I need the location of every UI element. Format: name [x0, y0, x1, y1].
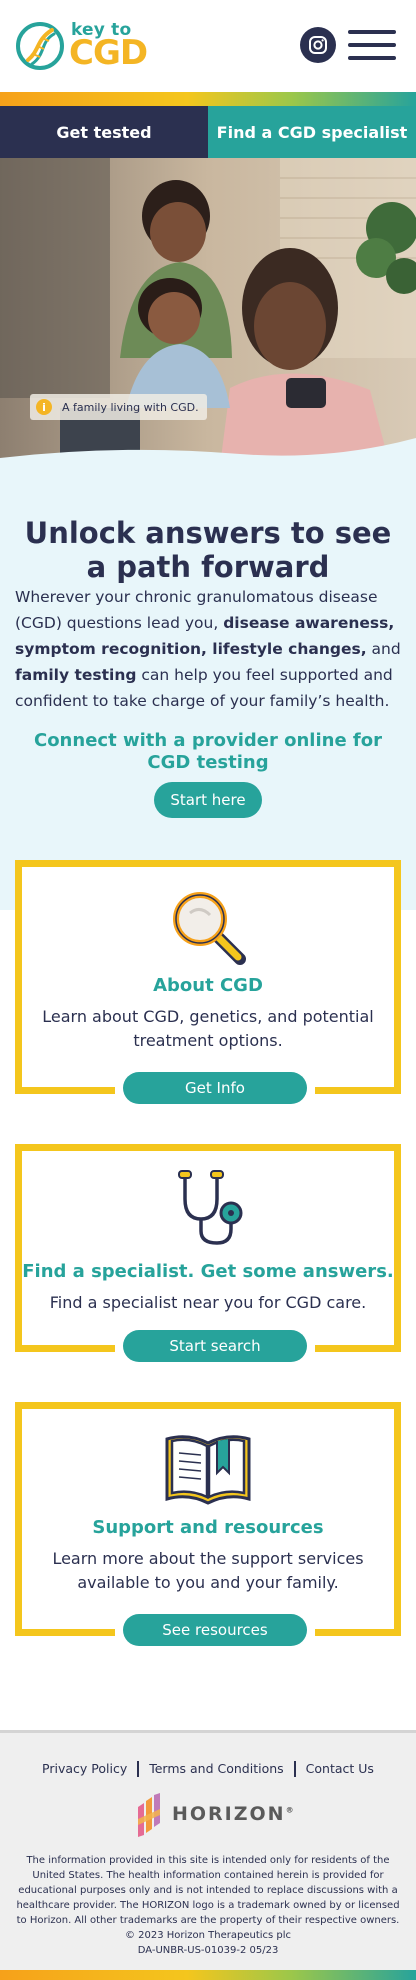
legal-disclaimer: The information provided in this site is…: [14, 1853, 402, 1958]
start-here-button[interactable]: Start here: [154, 782, 262, 818]
about-cgd-title: About CGD: [153, 975, 263, 996]
logo-wordmark: CGD: [69, 33, 148, 73]
site-header: key to CGD: [0, 0, 416, 92]
registered-mark: ®: [285, 1805, 296, 1815]
info-icon[interactable]: i: [36, 399, 52, 415]
intro-bold-2: family testing: [15, 666, 137, 684]
disclaimer-text: The information provided in this site is…: [16, 1855, 400, 1926]
intro-paragraph: Wherever your chronic granulomatous dise…: [15, 584, 405, 714]
site-footer: Privacy Policy Terms and Conditions Cont…: [0, 1730, 416, 1970]
footer-divider: [137, 1761, 140, 1777]
find-specialist-title: Find a specialist. Get some answers.: [22, 1261, 394, 1282]
instagram-icon: [309, 36, 327, 54]
get-info-button[interactable]: Get Info: [123, 1072, 307, 1104]
horizon-logo[interactable]: HORIZON®: [130, 1791, 294, 1839]
key-to-cgd-logo[interactable]: key to CGD: [14, 18, 148, 74]
horizon-brand-text: HORIZON: [172, 1803, 286, 1825]
intro-section: Unlock answers to see a path forward Whe…: [0, 466, 416, 910]
footer-links: Privacy Policy Terms and Conditions Cont…: [0, 1761, 416, 1777]
intro-text-2: and: [366, 640, 401, 658]
hamburger-menu-icon[interactable]: [348, 30, 396, 60]
open-book-icon: [165, 1435, 251, 1505]
privacy-policy-link[interactable]: Privacy Policy: [42, 1761, 127, 1777]
intro-heading: Unlock answers to see a path forward: [24, 516, 392, 584]
find-specialist-button[interactable]: Find a CGD specialist: [208, 106, 416, 158]
horizon-wordmark: HORIZON®: [172, 1803, 296, 1825]
about-cgd-text: Learn about CGD, genetics, and potential…: [42, 1007, 374, 1050]
intro-subheading: Connect with a provider online for CGD t…: [33, 730, 382, 773]
stethoscope-icon: [178, 1170, 243, 1245]
see-resources-button[interactable]: See resources: [123, 1614, 307, 1646]
horizon-mark-icon: [138, 1793, 160, 1837]
contact-us-link[interactable]: Contact Us: [306, 1761, 374, 1777]
support-resources-card: Support and resources Learn more about t…: [15, 1402, 401, 1646]
support-resources-title: Support and resources: [92, 1517, 324, 1538]
hero-caption-text: A family living with CGD.: [62, 400, 199, 414]
support-resources-text: Learn more about the support services av…: [52, 1549, 364, 1592]
find-specialist-text: Find a specialist near you for CGD care.: [49, 1293, 367, 1312]
start-search-button[interactable]: Start search: [123, 1330, 307, 1362]
get-tested-button[interactable]: Get tested: [0, 106, 208, 158]
footer-gradient-bar: [0, 1970, 416, 1980]
dna-helix-icon: [16, 22, 64, 70]
about-cgd-card: About CGD Learn about CGD, genetics, and…: [15, 860, 401, 1104]
copyright-text: © 2023 Horizon Therapeutics plc: [124, 1930, 292, 1941]
header-gradient-divider: [0, 92, 416, 106]
document-code: DA-UNBR-US-01039-2 05/23: [137, 1945, 279, 1956]
find-specialist-card: Find a specialist. Get some answers. Fin…: [15, 1144, 401, 1362]
hero-image: i A family living with CGD.: [0, 158, 416, 466]
instagram-button[interactable]: [300, 27, 336, 63]
terms-link[interactable]: Terms and Conditions: [149, 1761, 283, 1777]
footer-divider: [293, 1761, 296, 1777]
magnifying-glass-icon: [173, 892, 246, 965]
hero-caption: i A family living with CGD.: [30, 394, 207, 420]
